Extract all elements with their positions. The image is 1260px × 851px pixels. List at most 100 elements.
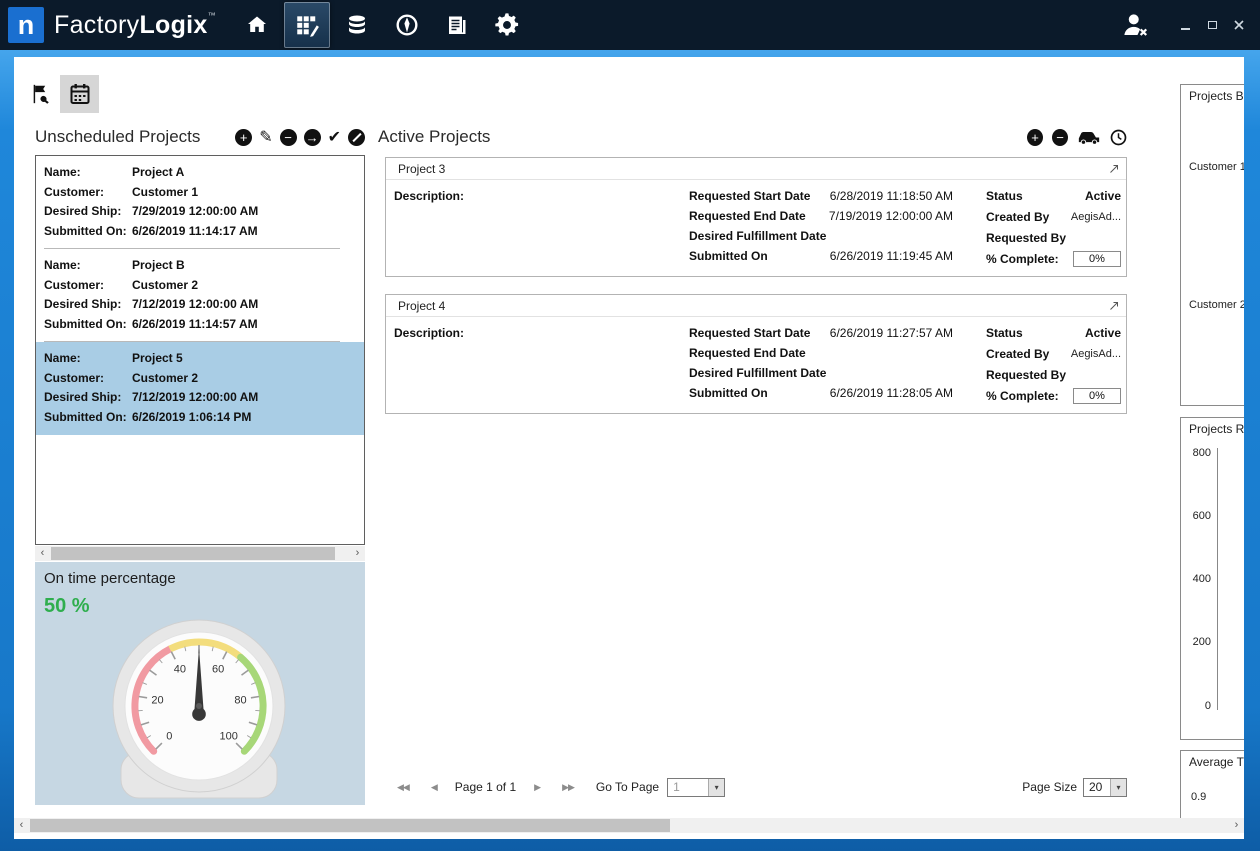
goto-page-select[interactable]: 1 ▾ (667, 778, 725, 797)
titlebar-right (1120, 0, 1260, 50)
nav-documents-button[interactable] (434, 2, 480, 48)
content-area: Unscheduled Projects + ✎ − → ✔ Name:Proj… (14, 57, 1244, 839)
window-controls (1178, 18, 1246, 32)
gauge-tick-60: 60 (212, 664, 224, 676)
customer-value: Customer 1 (132, 183, 198, 203)
nav-data-button[interactable] (334, 2, 380, 48)
submitted-on-label: Submitted On: (44, 222, 132, 242)
gauge-tick-0: 0 (166, 731, 172, 743)
status-label: Status (986, 326, 1023, 340)
dispatch-project-button[interactable]: → (304, 129, 321, 146)
project-card-4[interactable]: Project 4 Description: Requested Start D… (385, 294, 1127, 414)
desired-ship-value: 7/29/2019 12:00:00 AM (132, 202, 258, 222)
maximize-button[interactable] (1205, 18, 1219, 32)
scroll-right-icon[interactable]: › (350, 546, 365, 561)
first-page-button[interactable]: ◀◀ (393, 780, 413, 795)
status-value: Active (1085, 326, 1121, 340)
app-logo: n (8, 7, 44, 43)
gauge-tick-20: 20 (151, 694, 163, 706)
last-page-button[interactable]: ▶▶ (558, 780, 578, 795)
list-item-project-b[interactable]: Name:Project B Customer:Customer 2 Desir… (36, 249, 364, 342)
brand-logix: Logix (139, 11, 207, 39)
expand-icon[interactable] (1109, 164, 1119, 174)
close-button[interactable] (1232, 18, 1246, 32)
field-label: Desired Fulfillment Date (689, 366, 826, 380)
goto-page-value: 1 (668, 780, 685, 794)
expand-icon[interactable] (1109, 301, 1119, 311)
scroll-left-icon[interactable]: ‹ (14, 818, 29, 833)
panel-title: Projects R (1189, 422, 1244, 436)
percent-complete-value: 0% (1073, 388, 1121, 404)
documents-icon (445, 13, 469, 37)
list-horizontal-scrollbar[interactable]: ‹ › (35, 546, 365, 561)
projects-by-customer-panel: Projects B Customer 1 Customer 2 (1180, 84, 1244, 406)
gear-icon (493, 11, 521, 39)
unscheduled-projects-title: Unscheduled Projects (35, 127, 200, 147)
field-label: Requested Start Date (689, 326, 810, 340)
page-size-select[interactable]: 20 ▾ (1083, 778, 1127, 797)
status-value: Active (1085, 189, 1121, 203)
next-page-button[interactable]: ▶ (530, 780, 544, 795)
percent-complete-value: 0% (1073, 251, 1121, 267)
unscheduled-projects-header: Unscheduled Projects + ✎ − → ✔ (35, 121, 365, 153)
field-label: Requested End Date (689, 346, 806, 360)
field-value: 6/28/2019 11:18:50 AM (830, 189, 953, 203)
panel-title: Average T (1189, 755, 1244, 769)
field-label: Requested Start Date (689, 189, 810, 203)
cancel-project-button[interactable] (348, 129, 365, 146)
tab-scheduling[interactable] (60, 75, 99, 113)
field-label: Submitted On (689, 249, 768, 263)
project-card-3[interactable]: Project 3 Description: Requested Start D… (385, 157, 1127, 277)
wrench-flag-icon (30, 83, 52, 105)
nav-home-button[interactable] (234, 2, 280, 48)
page-indicator: Page 1 of 1 (455, 780, 516, 794)
add-active-project-button[interactable]: + (1027, 129, 1043, 146)
titlebar: n FactoryLogix™ (0, 0, 1260, 50)
submitted-on-value: 6/26/2019 11:14:57 AM (132, 315, 258, 335)
maximize-icon (1208, 21, 1217, 29)
scroll-right-icon[interactable]: › (1229, 818, 1244, 833)
logout-user-button[interactable] (1120, 10, 1150, 40)
previous-page-button[interactable]: ◀ (427, 780, 441, 795)
tab-setup[interactable] (21, 75, 60, 113)
remove-project-button[interactable]: − (280, 129, 297, 146)
name-label: Name: (44, 349, 132, 369)
minimize-button[interactable] (1178, 18, 1192, 32)
field-label: Submitted On (689, 386, 768, 400)
card-header: Project 4 (386, 295, 1126, 317)
nav-settings-button[interactable] (484, 2, 530, 48)
compass-icon (394, 12, 420, 38)
active-projects-title: Active Projects (378, 127, 490, 147)
field-value: 7/19/2019 12:00:00 AM (829, 209, 953, 223)
edit-project-button[interactable]: ✎ (259, 129, 272, 146)
list-item-project-a[interactable]: Name:Project A Customer:Customer 1 Desir… (36, 156, 364, 249)
y-tick: 400 (1189, 573, 1211, 585)
on-time-value: 50 % (44, 595, 90, 618)
brand-name: FactoryLogix™ (54, 11, 216, 40)
scroll-left-icon[interactable]: ‹ (35, 546, 50, 561)
scrollbar-thumb[interactable] (51, 547, 335, 560)
nav-dispatch-button[interactable] (384, 2, 430, 48)
scrollbar-thumb[interactable] (30, 819, 670, 832)
clock-icon[interactable] (1110, 129, 1127, 146)
remove-active-project-button[interactable]: − (1052, 129, 1068, 146)
list-item-project-5-selected[interactable]: Name:Project 5 Customer:Customer 2 Desir… (36, 342, 364, 435)
planning-grid-icon (294, 12, 320, 38)
accept-project-button[interactable]: ✔ (328, 129, 341, 146)
y-axis (1217, 448, 1218, 710)
y-tick: 200 (1189, 636, 1211, 648)
submitted-on-value: 6/26/2019 11:14:17 AM (132, 222, 258, 242)
page-size-label: Page Size (1022, 780, 1077, 794)
desired-ship-value: 7/12/2019 12:00:00 AM (132, 295, 258, 315)
calendar-icon (68, 82, 92, 106)
content-horizontal-scrollbar[interactable]: ‹ › (14, 818, 1244, 833)
vehicle-icon[interactable] (1077, 130, 1101, 145)
nav-planning-button[interactable] (284, 2, 330, 48)
on-time-title: On time percentage (44, 570, 176, 587)
submitted-on-value: 6/26/2019 1:06:14 PM (132, 408, 251, 428)
desired-ship-label: Desired Ship: (44, 202, 132, 222)
chevron-down-icon: ▾ (708, 779, 724, 796)
field-value: 6/26/2019 11:27:57 AM (830, 326, 953, 340)
category-label: Customer 1 (1189, 161, 1244, 173)
add-project-button[interactable]: + (235, 129, 252, 146)
